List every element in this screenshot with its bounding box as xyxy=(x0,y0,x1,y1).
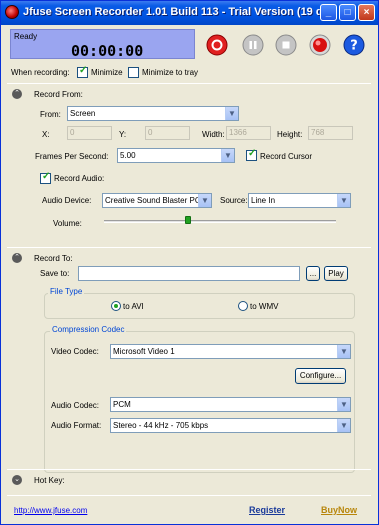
record-button[interactable] xyxy=(206,34,228,56)
timer-readout: 00:00:00 xyxy=(71,42,144,60)
minimize-to-tray-checkbox[interactable] xyxy=(128,67,139,78)
to-wmv-radio[interactable] xyxy=(238,301,248,311)
chevron-down-icon: ▼ xyxy=(221,149,234,162)
audio-format-label: Audio Format: xyxy=(51,421,102,430)
chevron-down-icon: ▼ xyxy=(337,419,350,432)
stop-button[interactable] xyxy=(275,34,297,56)
audio-device-select[interactable]: Creative Sound Blaster PC ▼ xyxy=(102,193,212,208)
chevron-down-icon: ▼ xyxy=(225,107,238,120)
register-button[interactable]: Register xyxy=(249,505,285,515)
record-audio-checkbox[interactable] xyxy=(40,171,51,184)
fps-select[interactable]: 5.00 ▼ xyxy=(117,148,235,163)
volume-slider-thumb[interactable] xyxy=(184,216,191,224)
pause-button[interactable] xyxy=(242,34,264,56)
video-codec-select[interactable]: Microsoft Video 1 ▼ xyxy=(110,344,351,359)
volume-slider[interactable] xyxy=(104,220,336,223)
file-type-group xyxy=(44,293,355,319)
chevron-down-icon: ▼ xyxy=(198,194,211,207)
width-field[interactable]: 1366 xyxy=(226,126,271,140)
audio-format-value: Stereo - 44 kHz - 705 kbps xyxy=(113,421,209,430)
minimize-label: Minimize xyxy=(91,68,123,77)
source-label: Source: xyxy=(220,196,248,205)
from-select-value: Screen xyxy=(70,109,96,118)
file-type-title: File Type xyxy=(48,287,85,296)
record-audio-label: Record Audio: xyxy=(54,174,105,183)
to-avi-radio[interactable] xyxy=(111,301,121,311)
app-window: Jfuse Screen Recorder 1.01 Build 113 - T… xyxy=(0,0,379,525)
audio-codec-value: PCM xyxy=(113,400,131,409)
app-icon xyxy=(5,5,19,19)
height-field[interactable]: 768 xyxy=(308,126,353,140)
maximize-window-button[interactable]: □ xyxy=(339,4,356,21)
width-label: Width: xyxy=(202,130,225,139)
source-select[interactable]: Line In ▼ xyxy=(248,193,351,208)
play-button[interactable]: Play xyxy=(324,266,348,281)
source-value: Line In xyxy=(251,196,276,205)
chevron-down-icon: ▼ xyxy=(337,345,350,358)
x-field[interactable]: 0 xyxy=(67,126,112,140)
audio-device-label: Audio Device: xyxy=(42,196,92,205)
volume-label: Volume: xyxy=(53,219,82,228)
width-value: 1366 xyxy=(229,128,247,137)
save-to-field[interactable] xyxy=(78,266,300,281)
status-text: Ready xyxy=(14,32,38,41)
close-window-button[interactable]: × xyxy=(358,4,375,21)
window-title: Jfuse Screen Recorder 1.01 Build 113 - T… xyxy=(23,6,323,18)
x-label: X: xyxy=(42,130,50,139)
to-avi-label: to AVI xyxy=(123,302,144,311)
audio-device-value: Creative Sound Blaster PC xyxy=(105,196,201,205)
record-indicator-icon[interactable] xyxy=(309,34,331,56)
divider xyxy=(7,495,371,496)
collapse-record-to-icon[interactable]: ⌃ xyxy=(12,253,22,263)
website-link[interactable]: http://www.jfuse.com xyxy=(14,506,87,515)
y-field[interactable]: 0 xyxy=(145,126,190,140)
save-to-label: Save to: xyxy=(40,269,70,278)
fps-label: Frames Per Second: xyxy=(35,152,109,161)
from-label: From: xyxy=(40,110,61,119)
video-codec-label: Video Codec: xyxy=(51,347,99,356)
fps-select-value: 5.00 xyxy=(120,151,136,160)
compression-codec-title: Compression Codec xyxy=(50,325,127,334)
browse-button[interactable]: ... xyxy=(306,266,320,281)
main-panel: Ready 00:00:00 ? When recording: ✓ Minim… xyxy=(4,25,375,522)
collapse-record-from-icon[interactable]: ⌃ xyxy=(12,89,22,99)
help-icon[interactable]: ? xyxy=(343,34,365,56)
when-recording-label: When recording: xyxy=(11,68,70,77)
from-select[interactable]: Screen ▼ xyxy=(67,106,239,121)
height-label: Height: xyxy=(277,130,303,139)
audio-format-select[interactable]: Stereo - 44 kHz - 705 kbps ▼ xyxy=(110,418,351,433)
buy-now-button[interactable]: BuyNow xyxy=(321,505,357,515)
audio-codec-label: Audio Codec: xyxy=(51,401,100,410)
minimize-window-button[interactable]: _ xyxy=(320,4,337,21)
title-bar[interactable]: Jfuse Screen Recorder 1.01 Build 113 - T… xyxy=(1,1,378,25)
chevron-down-icon: ▼ xyxy=(337,398,350,411)
status-display: Ready 00:00:00 xyxy=(10,29,195,60)
expand-hot-key-icon[interactable]: ⌄ xyxy=(12,475,22,485)
hot-key-heading: Hot Key: xyxy=(34,476,65,485)
minimize-to-tray-label: Minimize to tray xyxy=(142,68,199,77)
record-from-heading: Record From: xyxy=(34,90,83,99)
chevron-down-icon: ▼ xyxy=(337,194,350,207)
video-codec-value: Microsoft Video 1 xyxy=(113,347,175,356)
y-label: Y: xyxy=(119,130,127,139)
svg-text:?: ? xyxy=(350,39,358,54)
divider xyxy=(7,469,371,470)
record-to-heading: Record To: xyxy=(34,254,73,263)
configure-button[interactable]: Configure... xyxy=(295,368,346,384)
audio-codec-select[interactable]: PCM ▼ xyxy=(110,397,351,412)
divider xyxy=(7,83,371,84)
minimize-checkbox[interactable] xyxy=(77,65,88,78)
record-cursor-label: Record Cursor xyxy=(260,152,313,161)
record-cursor-checkbox[interactable] xyxy=(246,148,257,161)
divider xyxy=(7,247,371,248)
to-wmv-label: to WMV xyxy=(250,302,279,311)
